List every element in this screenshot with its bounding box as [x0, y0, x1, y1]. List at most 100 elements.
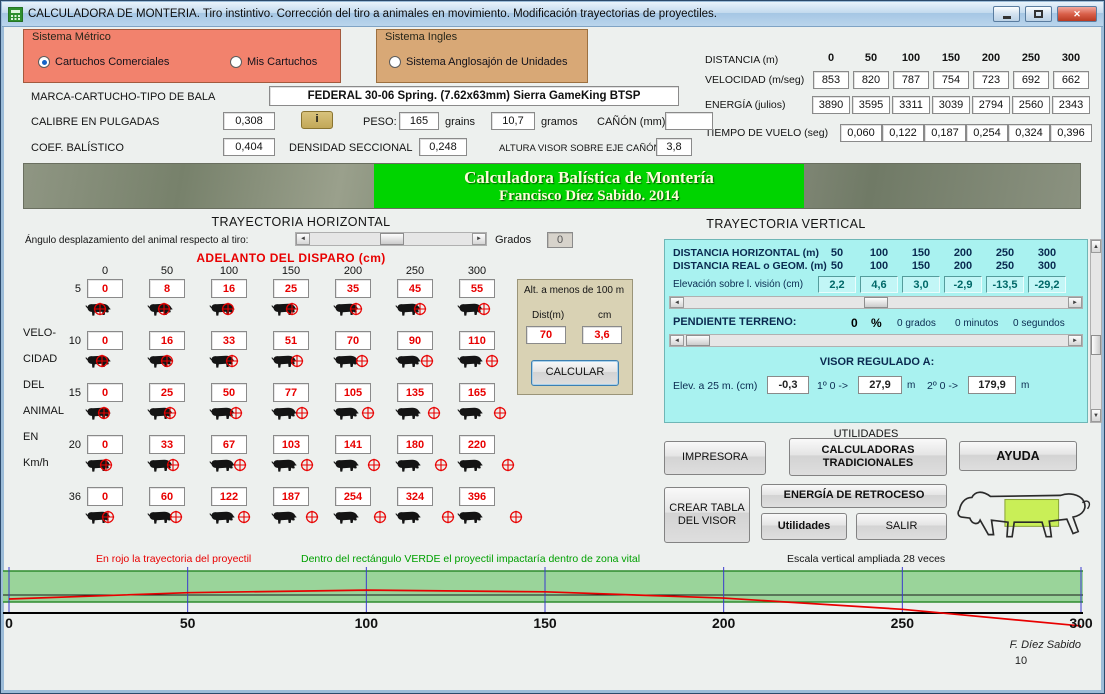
velocidad-value: 662 [1053, 71, 1089, 89]
crosshair-icon [509, 510, 523, 529]
app-window: CALCULADORA DE MONTERÍA. Tiro instintivo… [0, 0, 1105, 694]
alt-cm-input[interactable]: 3,6 [582, 326, 622, 344]
crosshair-icon [290, 354, 304, 373]
utilidades-button[interactable]: Utilidades [761, 513, 847, 540]
scroll-up-arrow-icon[interactable]: ▲ [1091, 240, 1101, 253]
dist-real-value: 50 [830, 260, 844, 272]
crosshair-icon [221, 302, 235, 321]
canon-input[interactable] [665, 112, 713, 130]
peso-gramos-input[interactable]: 10,7 [491, 112, 535, 130]
crosshair-icon [355, 354, 369, 373]
calculadoras-tradicionales-button[interactable]: CALCULADORAS TRADICIONALES [789, 438, 947, 476]
energia-value: 3890 [812, 96, 850, 114]
boar-icon [457, 353, 483, 374]
energia-value: 2560 [1012, 96, 1050, 114]
crosshair-icon [300, 458, 314, 477]
peso-grains-input[interactable]: 165 [399, 112, 439, 130]
dist-horizontal-value: 300 [1037, 247, 1057, 259]
zero2-value: 179,9 [968, 376, 1016, 394]
crosshair-icon [361, 406, 375, 425]
distancia-header: 200 [981, 52, 1001, 64]
tiempo-value: 0,254 [966, 124, 1008, 142]
scroll-down-arrow-icon[interactable]: ▼ [1091, 409, 1101, 422]
elevation-scrollbar[interactable]: ◄ ► [669, 296, 1083, 309]
page-number: 10 [1014, 655, 1028, 667]
altura-visor-input[interactable]: 3,8 [656, 138, 692, 156]
minimize-button[interactable] [993, 6, 1020, 22]
calibre-label: CALIBRE EN PULGADAS [31, 116, 160, 128]
dist-horizontal-value: 250 [995, 247, 1015, 259]
scroll-thumb[interactable] [686, 335, 710, 346]
lead-value: 16 [211, 279, 247, 298]
energia-retroceso-button[interactable]: ENERGÍA DE RETROCESO [761, 484, 947, 508]
densidad-input[interactable]: 0,248 [419, 138, 467, 156]
boar-icon [209, 509, 235, 530]
scroll-track[interactable] [684, 297, 1068, 308]
slider-left-arrow-icon[interactable]: ◄ [296, 233, 310, 245]
elev25-input[interactable]: -0,3 [767, 376, 809, 394]
boar-icon [271, 457, 297, 478]
lead-value: 396 [459, 487, 495, 506]
scroll-right-arrow-icon[interactable]: ► [1068, 297, 1082, 308]
calcular-button[interactable]: CALCULAR [531, 360, 619, 386]
slope-scrollbar[interactable]: ◄ ► [669, 334, 1083, 347]
scroll-thumb[interactable] [1091, 335, 1101, 355]
radio-mis-cartuchos[interactable]: Mis Cartuchos [230, 56, 317, 68]
info-button[interactable]: i [301, 111, 333, 129]
lead-value: 33 [149, 435, 185, 454]
salir-button[interactable]: SALIR [856, 513, 947, 540]
lead-value: 103 [273, 435, 309, 454]
crosshair-icon [413, 302, 427, 321]
slider-track[interactable] [310, 233, 472, 245]
calibre-input[interactable]: 0,308 [223, 112, 275, 130]
ayuda-button[interactable]: AYUDA [959, 441, 1077, 471]
lead-value: 110 [459, 331, 495, 350]
elevation-value: -13,5 [986, 276, 1024, 293]
canon-label: CAÑÓN (mm) [597, 116, 666, 128]
velocidad-value: 754 [933, 71, 969, 89]
animal-speed-value: 15 [68, 387, 81, 399]
alt-dist-label: Dist(m) [532, 310, 565, 321]
marca-label: MARCA-CARTUCHO-TIPO DE BALA [31, 91, 216, 103]
scroll-thumb[interactable] [864, 297, 888, 308]
lead-value: 254 [335, 487, 371, 506]
zero1-unit: m [907, 380, 916, 391]
alt-dist-input[interactable]: 70 [526, 326, 566, 344]
radio-dot-icon [230, 56, 242, 68]
slider-thumb[interactable] [380, 233, 404, 245]
panel-vertical-scrollbar[interactable]: ▲ ▼ [1090, 239, 1102, 423]
scroll-track[interactable] [684, 335, 1068, 346]
scroll-left-arrow-icon[interactable]: ◄ [670, 297, 684, 308]
lead-column-header: 100 [219, 265, 239, 277]
radio-anglosajon[interactable]: Sistema Anglosajón de Unidades [389, 56, 567, 68]
lead-column-header: 200 [343, 265, 363, 277]
elevation-value: 2,2 [818, 276, 856, 293]
crear-tabla-visor-button[interactable]: CREAR TABLA DEL VISOR [664, 487, 750, 543]
alt-panel-title: Alt. a menos de 100 m [524, 285, 625, 296]
lead-value: 8 [149, 279, 185, 298]
vital-zone-band [3, 571, 1083, 602]
scroll-track[interactable] [1091, 253, 1101, 409]
angle-slider[interactable]: ◄ ► [295, 232, 487, 246]
close-button[interactable]: ✕ [1057, 6, 1097, 22]
animal-speed-value: 20 [68, 439, 81, 451]
boar-icon [271, 509, 297, 530]
radio-cartuchos-comerciales[interactable]: Cartuchos Comerciales [38, 56, 169, 68]
dist-real-value: 150 [911, 260, 931, 272]
maximize-button[interactable] [1025, 6, 1052, 22]
dist-real-value: 200 [953, 260, 973, 272]
tiempo-value: 0,324 [1008, 124, 1050, 142]
crosshair-icon [367, 458, 381, 477]
axis-tick-label: 250 [890, 615, 914, 631]
marca-input[interactable]: FEDERAL 30-06 Spring. (7.62x63mm) Sierra… [269, 86, 679, 106]
slider-right-arrow-icon[interactable]: ► [472, 233, 486, 245]
scroll-left-arrow-icon[interactable]: ◄ [670, 335, 684, 346]
zero1-value: 27,9 [858, 376, 902, 394]
coef-input[interactable]: 0,404 [223, 138, 275, 156]
lead-value: 67 [211, 435, 247, 454]
impresora-button[interactable]: IMPRESORA [664, 441, 766, 475]
scroll-right-arrow-icon[interactable]: ► [1068, 335, 1082, 346]
crosshair-icon [485, 354, 499, 373]
tiempo-row-label: TIEMPO DE VUELO (seg) [705, 127, 829, 139]
crosshair-icon [93, 302, 107, 321]
